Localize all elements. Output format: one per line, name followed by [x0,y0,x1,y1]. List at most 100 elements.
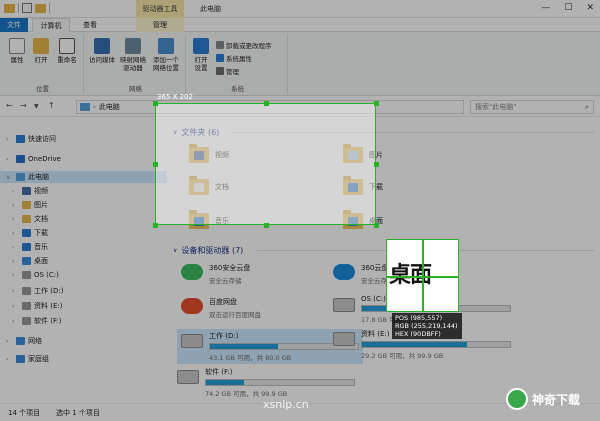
search-input[interactable]: 搜索"此电脑" ⌕ [470,100,594,114]
group-header-devices[interactable]: ∨ 设备和驱动器 (7) [173,245,243,256]
sidebar-item-icon [16,155,25,163]
open-label: 打开 [34,56,48,64]
brand-logo-text: 神奇下载 [532,392,581,407]
tab-manage[interactable]: 管理 [136,18,184,32]
selection-resize-handle[interactable] [374,162,379,167]
selection-resize-handle[interactable] [153,101,158,106]
disk-drive-item[interactable]: 软件 (F:) 74.2 GB 可用，共 99.9 GB [177,367,355,398]
tab-computer[interactable]: 计算机 [32,18,70,32]
sidebar-item[interactable]: › 家庭组 [0,353,167,365]
sidebar-item[interactable]: › 软件 (F:) [0,315,167,327]
color-hex-readout: HEX (90DBFF) [395,330,441,338]
gear-icon [193,38,209,54]
chevron-right-icon[interactable]: › [6,136,13,143]
selection-resize-handle[interactable] [153,162,158,167]
tab-file[interactable]: 文件 [0,18,28,32]
tab-view[interactable]: 查看 [76,18,104,32]
divider [49,3,50,13]
forward-arrow-icon[interactable]: → [20,101,27,110]
sidebar-item[interactable]: ∨ 此电脑 [0,171,167,183]
chevron-right-icon[interactable]: › [12,188,19,195]
sidebar-item[interactable]: › 桌面 [0,255,167,267]
open-settings-label-2: 设置 [194,64,208,72]
add-network-location-button[interactable]: 添加一个 网络位置 [150,38,182,72]
rename-icon [59,38,75,54]
chevron-right-icon[interactable]: › [6,338,13,345]
chevron-right-icon[interactable]: › [12,230,19,237]
open-button[interactable]: 打开 [30,38,52,64]
sidebar-item[interactable]: › OneDrive [0,153,167,165]
open-folder-icon [33,38,49,54]
chevron-right-icon[interactable]: › [12,288,19,295]
sidebar-item[interactable]: › 视频 [0,185,167,197]
sidebar-item-icon [22,215,31,223]
selection-resize-handle[interactable] [374,223,379,228]
minimize-button[interactable]: — [541,3,550,13]
chevron-right-icon[interactable]: › [6,156,13,163]
sidebar-item[interactable]: › 音乐 [0,241,167,253]
access-media-button[interactable]: 访问媒体 [88,38,116,64]
sidebar-item-label: 下载 [34,229,48,237]
sidebar-item-icon [22,201,31,209]
rename-button[interactable]: 重命名 [54,38,80,64]
drive-description: 安全云存储 [209,277,242,285]
sidebar-item[interactable]: › 工作 (D:) [0,285,167,297]
cloud-drive-item[interactable]: 百度网盘 双击运行百度网盘 [181,297,261,319]
new-folder-icon[interactable] [35,3,46,13]
title-bar: 驱动器工具 此电脑 — ☐ ✕ [0,0,600,18]
cloud-drive-item[interactable]: 360云盘 安全云存储 [333,263,394,285]
sidebar-item[interactable]: › 图片 [0,199,167,211]
back-arrow-icon[interactable]: ← [6,101,13,110]
sidebar-item-icon [22,287,31,295]
add-location-label-2: 网络位置 [153,64,179,72]
sidebar-item[interactable]: › 下载 [0,227,167,239]
chevron-right-icon[interactable]: › [12,216,19,223]
sidebar-item-label: 网络 [28,337,42,345]
sidebar-item-label: 家庭组 [28,355,49,363]
open-settings-button[interactable]: 打开 设置 [190,38,212,72]
system-properties-button[interactable]: 系统属性 [216,53,252,63]
capture-selection[interactable] [155,103,376,225]
close-button[interactable]: ✕ [586,3,594,13]
selection-resize-handle[interactable] [263,223,269,228]
sidebar-item[interactable]: › 资料 (E:) [0,300,167,312]
group-header-label: 设备和驱动器 (7) [181,246,244,255]
maximize-button[interactable]: ☐ [564,3,572,13]
sidebar-item[interactable]: › OS (C:) [0,269,167,281]
access-media-label: 访问媒体 [89,56,115,64]
network-location-icon [158,38,174,54]
drive-usage-fill [210,344,279,349]
sidebar-item-icon [16,173,25,181]
manage-button[interactable]: 管理 [216,66,239,76]
chevron-right-icon[interactable]: › [6,356,13,363]
search-icon[interactable]: ⌕ [585,101,589,113]
chevron-down-icon[interactable]: ▼ [34,103,39,110]
drive-usage-fill [362,342,468,347]
magnifier-info: POS (985,557) RGB (255,219,144) HEX (90D… [392,313,462,339]
window-controls: — ☐ ✕ [541,3,594,13]
cloud-drive-item[interactable]: 360安全云盘 安全云存储 [181,263,250,285]
chevron-right-icon[interactable]: › [12,318,19,325]
sidebar-item[interactable]: › 文档 [0,213,167,225]
selection-resize-handle[interactable] [153,223,158,228]
map-drive-button[interactable]: 映射网络 驱动器 [118,38,148,72]
chevron-right-icon[interactable]: › [12,258,19,265]
sidebar-item-label: 工作 (D:) [34,287,64,295]
uninstall-program-button[interactable]: 卸载或更改程序 [216,40,272,50]
drive-usage-bar [205,379,355,386]
rename-label: 重命名 [57,56,77,64]
chevron-right-icon[interactable]: › [12,244,19,251]
breadcrumb-item[interactable]: 此电脑 [99,102,120,112]
sidebar-item[interactable]: › 网络 [0,335,167,347]
sidebar-item[interactable]: › 快速访问 [0,133,167,145]
selection-resize-handle[interactable] [374,101,379,106]
selection-resize-handle[interactable] [263,101,269,106]
properties-button[interactable]: 属性 [6,38,28,64]
chevron-right-icon[interactable]: › [12,202,19,209]
chevron-right-icon[interactable]: › [12,272,19,279]
properties-icon[interactable] [22,3,32,13]
up-arrow-icon[interactable]: ↑ [48,101,55,110]
chevron-right-icon[interactable]: › [12,303,19,310]
drive-description: 双击运行百度网盘 [209,311,261,319]
chevron-down-icon[interactable]: ∨ [6,174,13,181]
